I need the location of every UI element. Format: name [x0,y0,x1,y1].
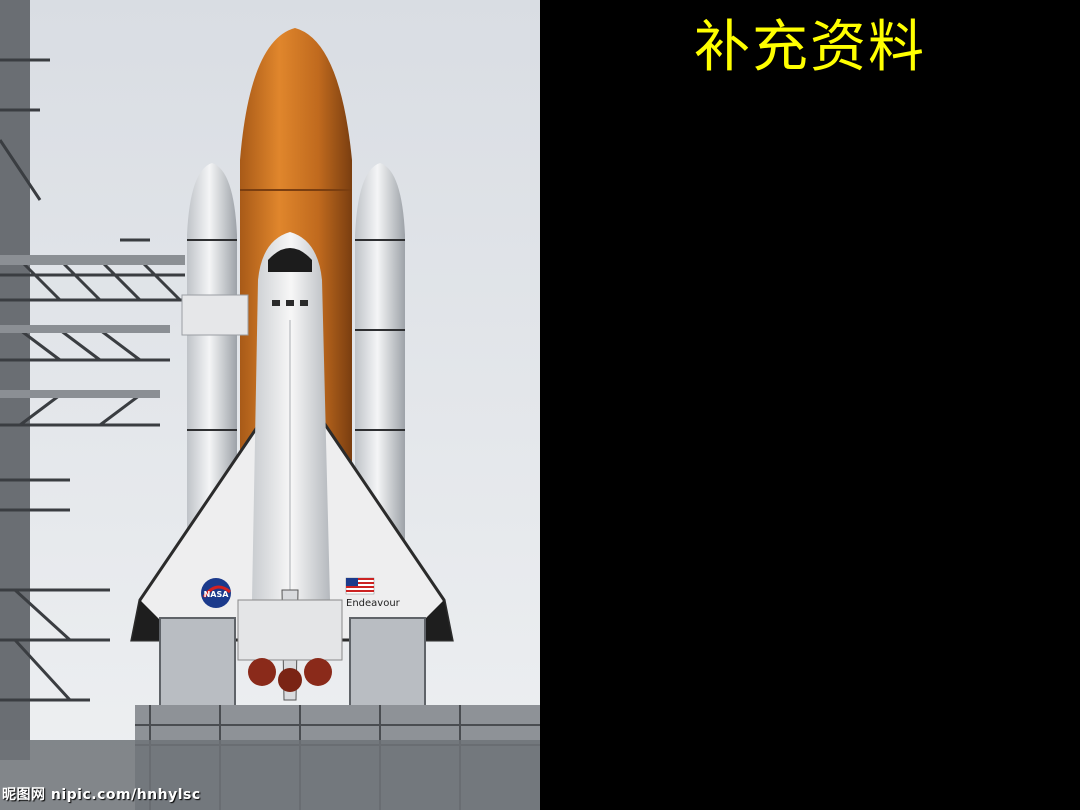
body-line: 物品及修理等服务 [586,354,938,406]
body-line: 型空间建筑。 [586,730,850,782]
orbiter-name: Endeavour [346,598,401,609]
shuttle-illustration: NASA Endeavour [0,0,540,810]
nasa-logo-text: NASA [204,590,230,599]
body-line: 项目。还可以进行 [586,416,938,468]
body-line: 大，也可以做为大 [586,668,938,720]
body-line: 卫星服务，它可以 [586,228,938,280]
us-flag-icon [345,577,375,595]
body-line: 星际观测，军事、 [586,479,938,531]
body-line: 为其他航天器输送 [586,291,938,343]
body-line: 地理观察及拍照。 [586,542,938,594]
watermark-text: 昵图网 nipic.com/hnhylsc [2,787,201,803]
slide-title: 补充资料 [694,15,926,80]
body-line: 航天飞机的主 [586,103,938,154]
body-line: 由于其本身体积较 [586,605,938,657]
shuttle-photo: NASA Endeavour 昵图网 nipic.com/hnhylsc [0,0,540,810]
slide-body: 航天飞机的主 要用处是空间运输、 卫星服务，它可以 为其他航天器输送 物品及修理… [586,98,1056,789]
body-line: 要用处是空间运输、 [586,165,982,217]
